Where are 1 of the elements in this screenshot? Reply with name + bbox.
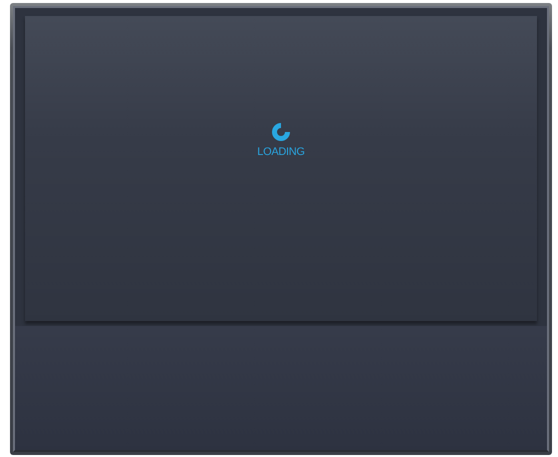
loading-label: LOADING <box>257 146 305 158</box>
